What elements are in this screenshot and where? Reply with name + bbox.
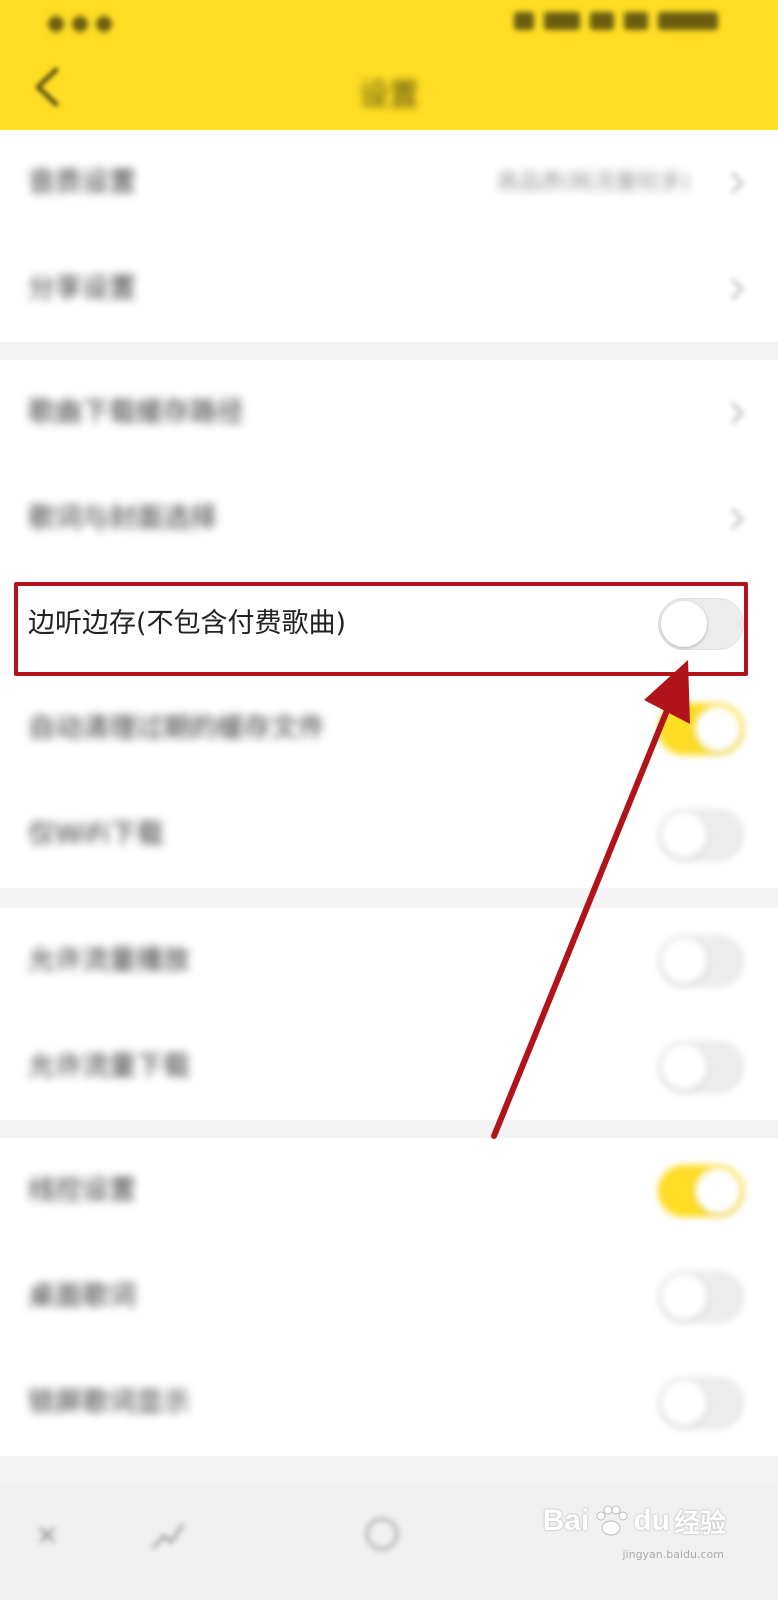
toggle-knob: [661, 601, 707, 647]
auto-clean-toggle[interactable]: [658, 703, 744, 755]
toggle-knob: [661, 812, 707, 858]
wire-control-toggle[interactable]: [658, 1165, 744, 1217]
settings-row-desktop-lyrics[interactable]: 桌面歌词: [0, 1244, 778, 1350]
row-label: 允许流量下载: [28, 1051, 190, 1082]
chevron-right-icon: [730, 171, 745, 195]
chevron-right-icon: [730, 401, 745, 425]
paw-logo-icon: [596, 1505, 628, 1536]
status-bar: [0, 0, 778, 48]
chevron-right-icon: [730, 277, 745, 301]
baidu-jingyan-watermark: Bai du 经验: [543, 1486, 726, 1556]
toggle-knob: [661, 938, 707, 984]
row-label: 分享设置: [28, 273, 136, 304]
watermark-url: jingyan.baidu.com: [622, 1548, 724, 1561]
settings-row-audio-quality[interactable]: 音质设置 高品质(耗流量较多): [0, 130, 778, 236]
row-label: 音质设置: [28, 167, 136, 198]
lockscreen-lyrics-toggle[interactable]: [658, 1377, 744, 1429]
toggle-knob: [695, 1168, 741, 1214]
settings-row-data-playback[interactable]: 允许流量播放: [0, 908, 778, 1014]
settings-row-wire-control[interactable]: 线控设置: [0, 1138, 778, 1244]
settings-row-auto-clean[interactable]: 自动清理过期的缓存文件: [0, 676, 778, 782]
data-download-toggle[interactable]: [658, 1041, 744, 1093]
settings-row-download-path[interactable]: 歌曲下载缓存路径: [0, 360, 778, 466]
app-header: 设置: [0, 0, 778, 130]
close-icon[interactable]: [36, 1524, 58, 1546]
toggle-knob: [695, 706, 741, 752]
watermark-suffix: 经验: [673, 1508, 726, 1539]
chevron-right-icon: [730, 507, 745, 531]
toggle-knob: [661, 1044, 707, 1090]
row-label: 线控设置: [28, 1175, 136, 1206]
row-label: 歌词与封面选择: [28, 503, 217, 534]
row-label: 锁屏歌词显示: [28, 1387, 190, 1418]
page-title: 设置: [359, 78, 419, 113]
row-label: 自动清理过期的缓存文件: [28, 713, 325, 744]
row-label: 允许流量播放: [28, 945, 190, 976]
settings-row-lockscreen-lyrics[interactable]: 锁屏歌词显示: [0, 1350, 778, 1456]
toggle-knob: [661, 1380, 707, 1426]
row-label: 桌面歌词: [28, 1281, 136, 1312]
settings-row-data-download[interactable]: 允许流量下载: [0, 1014, 778, 1120]
settings-row-cache-while-listening[interactable]: 边听边存(不包含付费歌曲): [0, 572, 778, 676]
settings-row-share[interactable]: 分享设置: [0, 236, 778, 342]
wifi-download-toggle[interactable]: [658, 809, 744, 861]
trend-icon[interactable]: [150, 1518, 186, 1552]
system-status-icons: [514, 12, 718, 30]
settings-row-lyrics-cover[interactable]: 歌词与封面选择: [0, 466, 778, 572]
watermark-brand: Bai: [542, 1504, 590, 1537]
desktop-lyrics-toggle[interactable]: [658, 1271, 744, 1323]
settings-row-wifi-download[interactable]: 仅WiFi下载: [0, 782, 778, 888]
watermark-brand-2: du: [633, 1504, 670, 1537]
row-label: 歌曲下载缓存路径: [28, 397, 244, 428]
row-label: 仅WiFi下载: [28, 819, 164, 850]
toggle-knob: [661, 1274, 707, 1320]
data-playback-toggle[interactable]: [658, 935, 744, 987]
home-icon[interactable]: [362, 1514, 402, 1554]
notification-icons: [48, 16, 112, 32]
cache-while-listening-toggle[interactable]: [658, 598, 744, 650]
row-label: 边听边存(不包含付费歌曲): [28, 608, 347, 639]
row-value: 高品质(耗流量较多): [496, 170, 690, 195]
